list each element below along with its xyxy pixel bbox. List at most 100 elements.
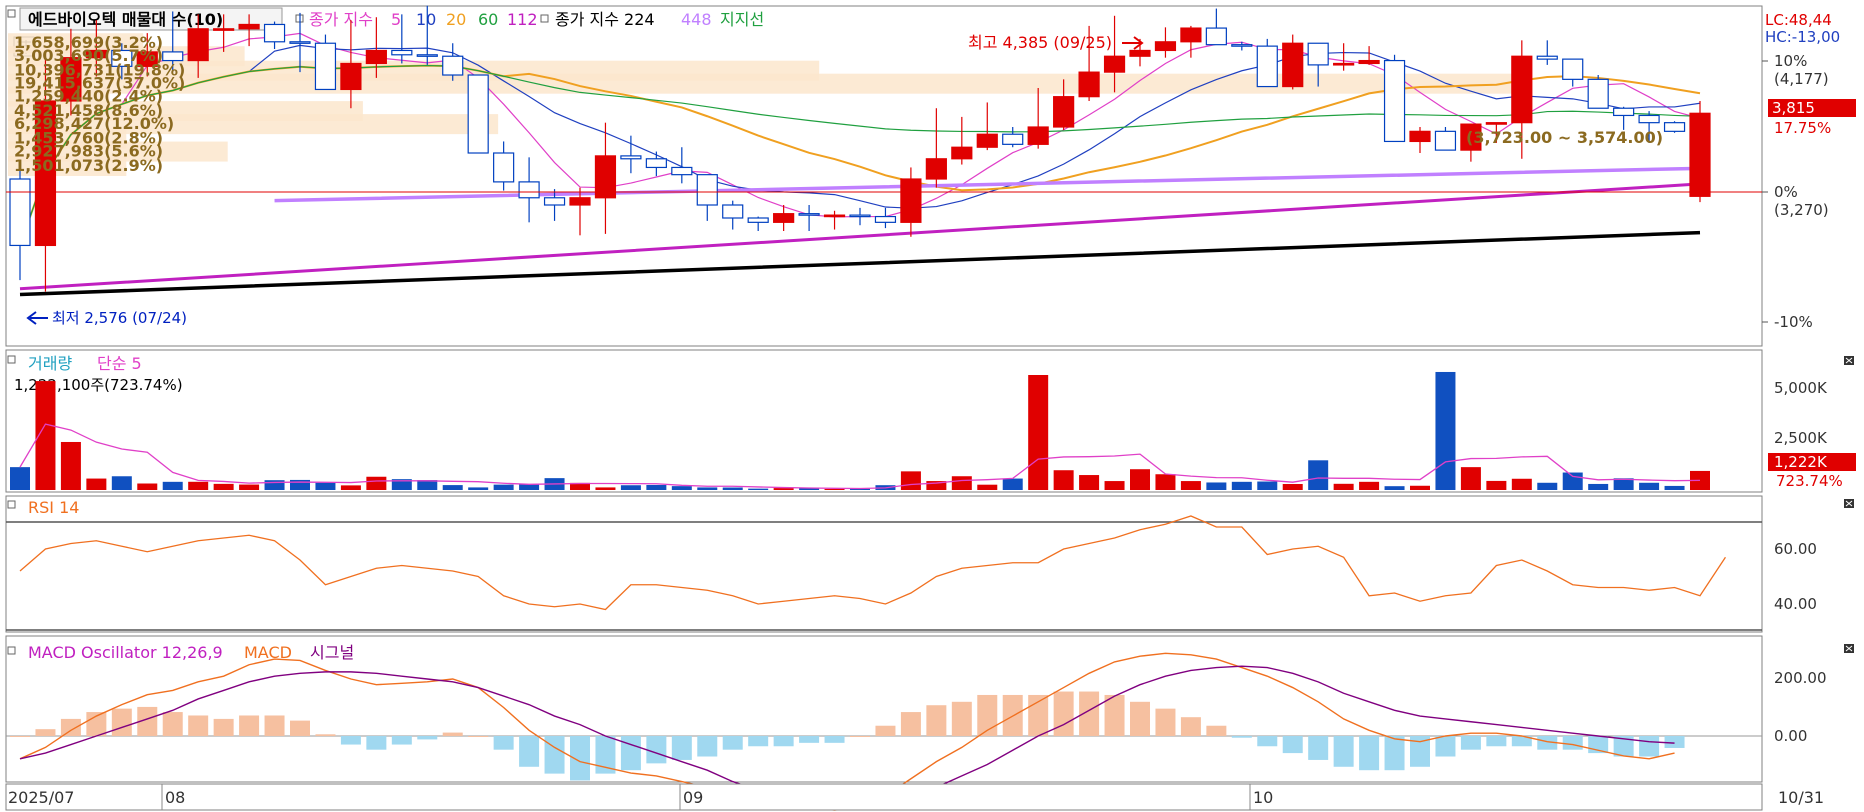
- macd-osc-bar: [671, 736, 692, 760]
- macd-osc-bar: [1308, 736, 1329, 760]
- volume-bar: [519, 484, 540, 490]
- macd-osc-bar: [748, 736, 769, 747]
- volume-bar: [1155, 474, 1176, 490]
- volume-bar: [1130, 469, 1150, 490]
- candle-body: [1053, 96, 1075, 128]
- macd-osc-bar: [1639, 736, 1660, 757]
- candle-body: [416, 54, 438, 57]
- macd-osc-bar: [1359, 736, 1380, 771]
- macd-osc-bar: [1664, 736, 1685, 748]
- candle-body: [365, 49, 387, 65]
- candle-body: [594, 155, 617, 199]
- volume-current-pct: 723.74%: [1776, 472, 1843, 490]
- volume-bar: [10, 467, 30, 490]
- macd-osc-bar: [900, 712, 921, 736]
- candle-body: [976, 133, 998, 148]
- candle-body: [340, 62, 362, 91]
- tick-10pct: 10%: [1774, 52, 1807, 70]
- volume-bar: [900, 471, 921, 490]
- macd-osc-bar: [340, 736, 361, 745]
- candle-body: [442, 55, 464, 76]
- hc-label: HC:-13,00: [1765, 28, 1840, 46]
- candle-body: [1689, 112, 1711, 197]
- volume-bar: [620, 485, 641, 490]
- macd-close-icon[interactable]: [1844, 644, 1854, 653]
- macd-osc-bar: [1180, 717, 1201, 736]
- volume-bar: [722, 487, 743, 490]
- volume-bar: [60, 441, 81, 490]
- volume-bar: [1384, 486, 1405, 490]
- macd-osc-bar: [1435, 736, 1456, 757]
- volume-close-icon[interactable]: [1844, 356, 1854, 365]
- volume-current: 1,222K: [1774, 453, 1828, 471]
- candle-body: [543, 197, 566, 206]
- volume-bar: [239, 484, 260, 490]
- macd-osc-bar: [646, 736, 667, 764]
- macd-osc-bar: [697, 736, 718, 757]
- volume-bar: [468, 487, 489, 490]
- volume-bar: [1460, 467, 1481, 490]
- volume-bar: [646, 484, 667, 490]
- macd-osc-bar: [773, 736, 794, 747]
- volume-panel: [5, 349, 1763, 493]
- macd-osc-bar: [468, 736, 489, 737]
- macd-osc-bar: [1130, 701, 1150, 736]
- volume-bar: [1435, 371, 1456, 490]
- macd-osc-bar: [35, 729, 56, 736]
- candle-body: [1205, 27, 1227, 46]
- macd-osc-bar: [951, 701, 972, 736]
- stock-chart: 에드바이오텍 매물대 수(10) 종가 지수 5 10 20 60 112 종가…: [5, 5, 1856, 811]
- macd-osc-bar: [1384, 736, 1405, 771]
- volume-bar: [213, 483, 234, 490]
- x-label-2025-07: 2025/07: [8, 788, 74, 807]
- candle-body: [798, 213, 820, 216]
- rsi-panel: [5, 495, 1763, 633]
- macd-osc-bar: [850, 736, 870, 737]
- volume-profile-labels: 1,658,699(3.2%)3,003,690(5.7%)10,396,731…: [14, 33, 185, 175]
- price-axis: LC:48,44 HC:-13,00 10% (4,177) 0% (3,270…: [1762, 11, 1856, 331]
- volume-bar: [595, 487, 616, 490]
- macd-tick-200: 200.00: [1774, 669, 1827, 687]
- candle-body: [1511, 55, 1533, 124]
- volume-bar: [1588, 483, 1609, 490]
- volume-bar: [1231, 481, 1252, 490]
- candle-body: [1103, 55, 1126, 73]
- macd-osc-bar: [417, 736, 438, 740]
- ma5-label: 5: [391, 10, 401, 29]
- low-annotation: 최저 2,576 (07/24): [52, 309, 187, 327]
- candle-body: [874, 215, 897, 223]
- ma112-label: 112: [507, 10, 538, 29]
- candle-body: [1002, 133, 1024, 145]
- volume-bar: [1257, 481, 1278, 490]
- volume-bar: [1410, 485, 1430, 490]
- macd-osc-bar: [926, 705, 947, 736]
- macd-osc-bar: [391, 736, 412, 745]
- rsi-close-icon[interactable]: [1844, 499, 1854, 508]
- volume-bar: [697, 487, 718, 490]
- volume-bar: [264, 480, 285, 490]
- volume-bar: [315, 482, 336, 490]
- ma10-label: 10: [416, 10, 436, 29]
- candle-body: [518, 181, 540, 199]
- macd-osc-bar: [162, 712, 183, 736]
- volume-bar: [1308, 460, 1329, 490]
- x-label-10-31: 10/31: [1778, 788, 1824, 807]
- volume-bar: [111, 476, 132, 490]
- candle-body: [1154, 41, 1177, 52]
- volume-bar: [773, 488, 794, 490]
- candle-body: [925, 158, 947, 180]
- candle-body: [1129, 49, 1151, 57]
- candle-body: [823, 214, 846, 218]
- macd-osc-bar: [1257, 736, 1278, 747]
- macd-osc-bar: [824, 736, 845, 743]
- rsi-tick-60: 60.00: [1774, 540, 1817, 558]
- ma224-label: 종가 지수 224: [555, 10, 655, 29]
- candle-body: [645, 158, 667, 169]
- x-label-10: 10: [1253, 788, 1273, 807]
- candle-body: [238, 23, 260, 30]
- volume-bar: [366, 476, 387, 490]
- candle-body: [671, 166, 693, 176]
- macd-osc-bar: [722, 736, 743, 750]
- volume-bar: [1206, 482, 1227, 490]
- candle-body: [1358, 59, 1380, 65]
